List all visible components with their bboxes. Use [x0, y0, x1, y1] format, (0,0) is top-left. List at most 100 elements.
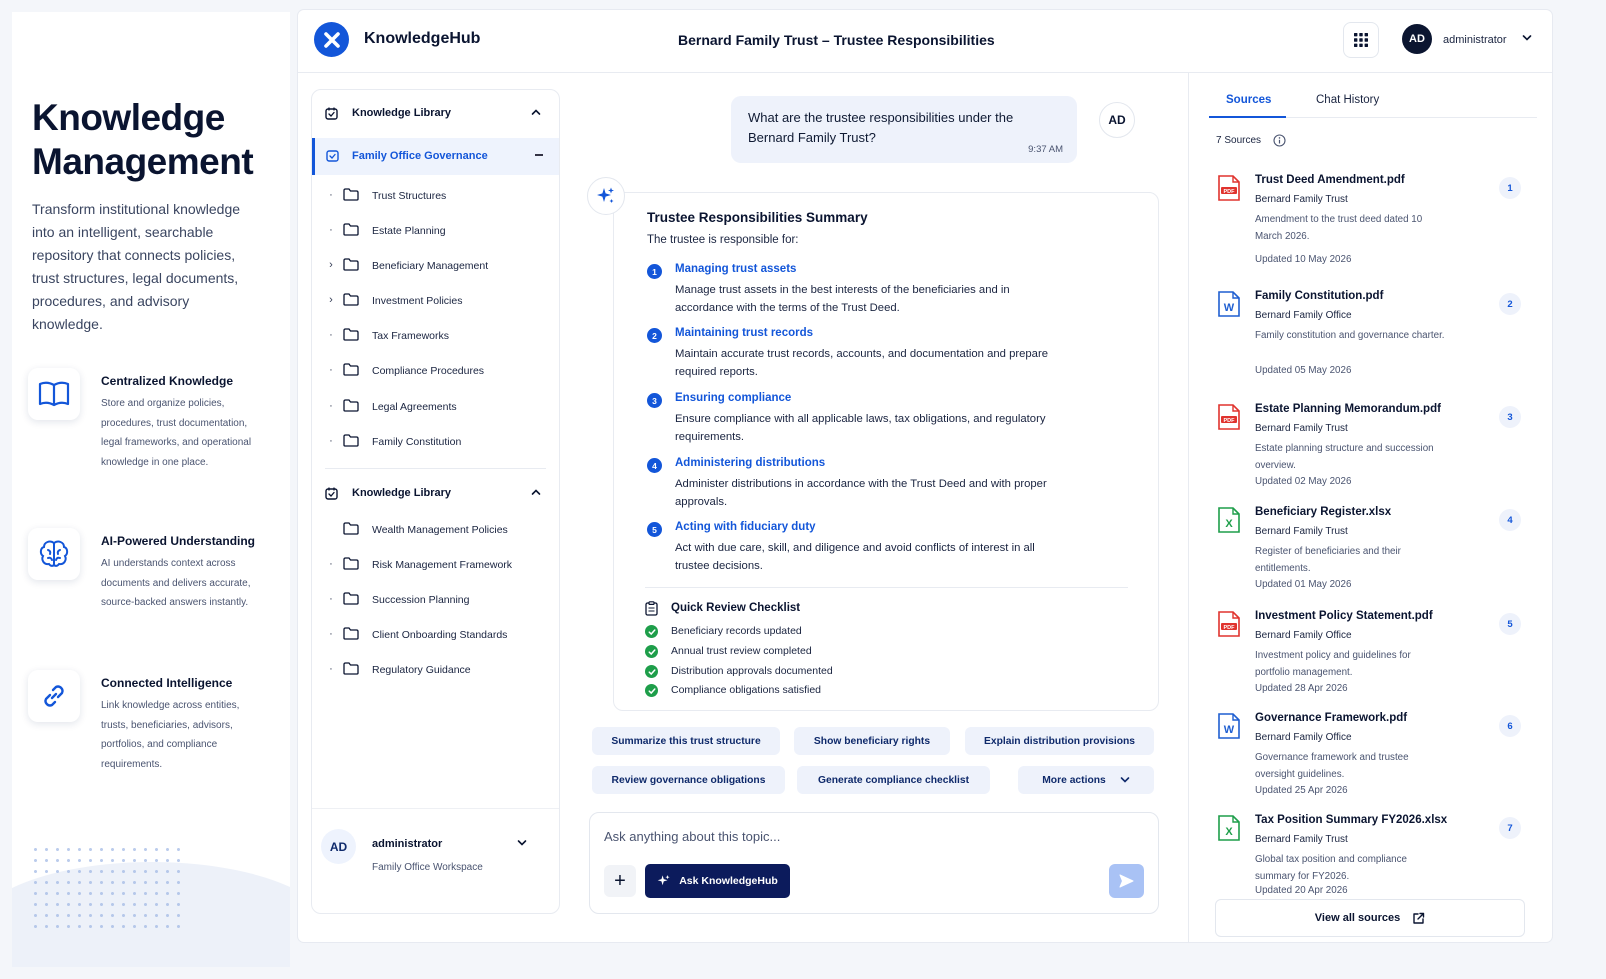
- ask-knowledgehub-button[interactable]: Ask KnowledgeHub: [645, 864, 790, 898]
- folder-item[interactable]: · Regulatory Guidance: [312, 659, 559, 681]
- source-updated: Updated 28 Apr 2026: [1255, 683, 1348, 694]
- tab-chat-history[interactable]: Chat History: [1316, 94, 1379, 106]
- item-number: 5: [647, 522, 662, 537]
- source-updated: Updated 10 May 2026: [1255, 254, 1352, 265]
- workspace-name: Family Office Workspace: [372, 862, 483, 873]
- library-section-header[interactable]: Knowledge Library: [312, 474, 559, 514]
- folder-item[interactable]: · Trust Structures: [312, 185, 559, 207]
- folder-item[interactable]: · Client Onboarding Standards: [312, 624, 559, 646]
- sparkle-icon: [587, 177, 625, 215]
- link-icon: [28, 670, 80, 722]
- suggestion-beneficiary-rights[interactable]: Show beneficiary rights: [794, 727, 950, 755]
- tab-sources[interactable]: Sources: [1226, 94, 1271, 106]
- source-updated: Updated 05 May 2026: [1255, 365, 1352, 376]
- folder-item[interactable]: · Family Constitution: [312, 431, 559, 453]
- open-book-icon: [28, 368, 80, 420]
- folder-family-office-governance[interactable]: Family Office Governance: [312, 138, 559, 175]
- chevron-right-icon[interactable]: ›: [326, 294, 336, 306]
- chevron-down-icon[interactable]: [517, 839, 527, 847]
- folder-icon: [343, 363, 359, 376]
- apps-grid-button[interactable]: [1343, 22, 1379, 58]
- suggestion-compliance-checklist[interactable]: Generate compliance checklist: [797, 766, 990, 794]
- folder-item[interactable]: · Legal Agreements: [312, 396, 559, 418]
- answer-intro: The trustee is responsible for:: [647, 234, 799, 246]
- folder-icon: [343, 223, 359, 236]
- folder-item[interactable]: · Estate Planning: [312, 220, 559, 242]
- folder-icon: [343, 557, 359, 570]
- chevron-up-icon[interactable]: [531, 108, 541, 116]
- source-name: Trust Deed Amendment.pdf: [1255, 174, 1405, 186]
- checklist-label: Beneficiary records updated: [671, 625, 802, 637]
- source-desc: Amendment to the trust deed dated 10 Mar…: [1255, 214, 1423, 242]
- chevron-up-icon[interactable]: [531, 488, 541, 496]
- brain-icon: [28, 528, 80, 580]
- source-owner: Bernard Family Office: [1255, 732, 1352, 743]
- collapse-minus-icon[interactable]: [535, 154, 543, 156]
- source-desc: Global tax position and compliance summa…: [1255, 854, 1407, 882]
- folder-label: Beneficiary Management: [372, 260, 489, 272]
- source-index-badge: 6: [1499, 715, 1521, 737]
- user-name[interactable]: administrator: [1443, 34, 1507, 46]
- chat-input[interactable]: [604, 829, 1124, 844]
- folder-item[interactable]: · Tax Frameworks: [312, 325, 559, 347]
- dot-icon: ·: [329, 435, 333, 447]
- workspace-user[interactable]: AD administrator Family Office Workspace: [312, 808, 559, 914]
- info-icon[interactable]: [1273, 134, 1286, 147]
- chevron-right-icon[interactable]: ›: [326, 259, 336, 271]
- source-updated: Updated 01 May 2026: [1255, 579, 1352, 590]
- check-circle-icon: [645, 645, 658, 658]
- user-avatar[interactable]: AD: [1402, 24, 1432, 54]
- svg-text:PDF: PDF: [1224, 418, 1236, 424]
- folder-item[interactable]: Wealth Management Policies: [312, 519, 559, 541]
- suggestion-summarize-trust[interactable]: Summarize this trust structure: [592, 727, 780, 755]
- svg-text:W: W: [1224, 724, 1235, 736]
- suggestion-distribution-provisions[interactable]: Explain distribution provisions: [965, 727, 1154, 755]
- folder-label: Tax Frameworks: [372, 330, 450, 342]
- source-updated: Updated 25 Apr 2026: [1255, 785, 1348, 796]
- source-owner: Bernard Family Trust: [1255, 526, 1348, 537]
- chevron-down-icon[interactable]: [1522, 34, 1532, 42]
- folder-item[interactable]: › Investment Policies: [312, 290, 559, 312]
- library-section-title: Knowledge Library: [352, 107, 452, 119]
- source-owner: Bernard Family Office: [1255, 630, 1352, 641]
- suggestion-governance-obligations[interactable]: Review governance obligations: [592, 766, 785, 794]
- folder-label: Succession Planning: [372, 594, 470, 606]
- feature-desc: Link knowledge across entities, trusts, …: [101, 700, 240, 770]
- knowledge-library-panel: Knowledge Library Family Office Governan…: [311, 89, 560, 914]
- library-section-header[interactable]: Knowledge Library: [312, 94, 559, 134]
- ai-answer-card: Trustee Responsibilities Summary The tru…: [613, 192, 1159, 711]
- folder-item[interactable]: · Compliance Procedures: [312, 360, 559, 382]
- user-question: What are the trustee responsibilities un…: [748, 110, 1014, 145]
- source-desc: Estate planning structure and succession…: [1255, 443, 1434, 471]
- pdf-file-icon: PDF: [1218, 175, 1240, 201]
- folder-icon: [343, 399, 359, 412]
- knowledgehub-logo-icon[interactable]: [314, 22, 349, 57]
- folder-item[interactable]: · Succession Planning: [312, 589, 559, 611]
- more-actions-button[interactable]: More actions: [1018, 766, 1154, 794]
- dot-icon: ·: [329, 224, 333, 236]
- workspace-user-name: administrator: [372, 838, 443, 850]
- feature-title: AI-Powered Understanding: [101, 534, 256, 548]
- source-desc: Governance framework and trustee oversig…: [1255, 752, 1409, 780]
- dot-icon: ·: [329, 593, 333, 605]
- folder-item[interactable]: · Risk Management Framework: [312, 554, 559, 576]
- chevron-down-icon: [1120, 777, 1130, 783]
- item-title: Maintaining trust records: [675, 327, 814, 339]
- excel-file-icon: X: [1218, 815, 1240, 841]
- item-number: 3: [647, 393, 662, 408]
- send-button[interactable]: [1109, 864, 1144, 898]
- folder-item[interactable]: › Beneficiary Management: [312, 255, 559, 277]
- view-all-sources-button[interactable]: View all sources: [1215, 899, 1525, 937]
- dot-icon: ·: [329, 400, 333, 412]
- item-title: Ensuring compliance: [675, 392, 792, 404]
- pdf-file-icon: PDF: [1218, 611, 1240, 637]
- library-icon: [326, 150, 339, 162]
- source-name: Estate Planning Memorandum.pdf: [1255, 403, 1441, 415]
- item-desc: Manage trust assets in the best interest…: [675, 284, 1010, 314]
- library-icon: [325, 107, 338, 120]
- source-index-badge: 3: [1499, 406, 1521, 428]
- checklist-item: Beneficiary records updated: [645, 624, 945, 640]
- attach-plus-button[interactable]: +: [604, 865, 636, 897]
- svg-text:X: X: [1225, 518, 1233, 530]
- dot-icon: ·: [329, 663, 333, 675]
